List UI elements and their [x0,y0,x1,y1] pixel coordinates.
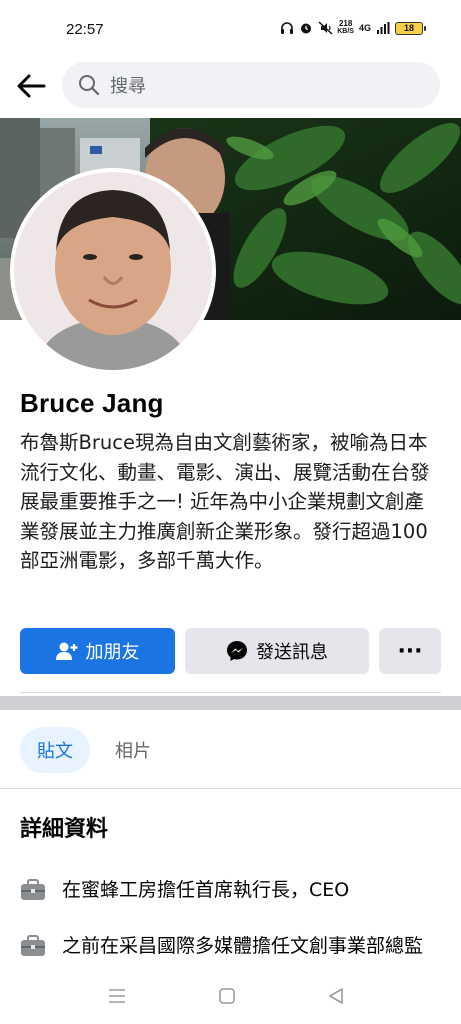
home-nav-button[interactable] [215,986,239,1006]
search-input[interactable]: 搜尋 [62,62,440,108]
system-nav-bar [0,968,461,1024]
detail-item-previous-work: 之前在采昌國際多媒體擔任文創事業部總監 [20,932,440,968]
back-button[interactable] [14,70,48,102]
briefcase-icon [20,878,46,902]
more-icon: ··· [397,638,423,664]
status-icons: 218 KB/S 4G 18 [280,20,426,36]
network-type: 4G [358,23,371,33]
menu-nav-button[interactable] [105,986,129,1006]
tab-photos[interactable]: 相片 [100,727,166,773]
add-friend-label: 加朋友 [85,642,140,663]
profile-name: Bruce Jang [20,388,164,418]
status-bar: 22:57 218 KB/S 4G 18 [0,0,461,62]
avatar [14,172,212,370]
divider [20,692,441,693]
mute-icon [318,21,333,35]
search-placeholder: 搜尋 [110,76,146,97]
more-options-button[interactable]: ··· [379,628,441,674]
status-time: 22:57 [66,21,104,38]
send-message-label: 發送訊息 [256,642,328,663]
speed-value: 218 [338,19,353,28]
add-friend-icon [55,641,78,661]
arrow-left-icon [17,74,46,98]
briefcase-icon [20,934,46,958]
alarm-icon [299,21,313,35]
back-nav-button[interactable] [325,986,349,1006]
menu-icon [109,989,125,1003]
triangle-back-icon [329,988,343,1004]
tab-posts[interactable]: 貼文 [20,727,90,773]
network-speed: 218 KB/S [337,20,354,36]
messenger-icon [226,640,248,662]
details-title: 詳細資料 [20,817,109,842]
speed-unit: KB/S [337,28,354,35]
send-message-button[interactable]: 發送訊息 [185,628,369,674]
section-divider [0,696,461,710]
detail-text: 在蜜蜂工房擔任首席執行長，CEO [62,879,350,901]
detail-item-work: 在蜜蜂工房擔任首席執行長，CEO [20,876,440,904]
profile-avatar[interactable] [10,168,216,374]
profile-bio: 布魯斯Bruce現為自由文創藝術家，被喻為日本流行文化、動畫、電影、演出、展覽活… [20,431,430,572]
search-icon [79,75,100,96]
headphones-icon [280,21,294,35]
add-friend-button[interactable]: 加朋友 [20,628,175,674]
home-icon [219,988,235,1004]
battery-icon: 18 [395,21,426,35]
detail-text: 之前在采昌國際多媒體擔任文創事業部總監 [62,935,424,957]
divider [0,788,461,789]
signal-icon [376,21,390,35]
